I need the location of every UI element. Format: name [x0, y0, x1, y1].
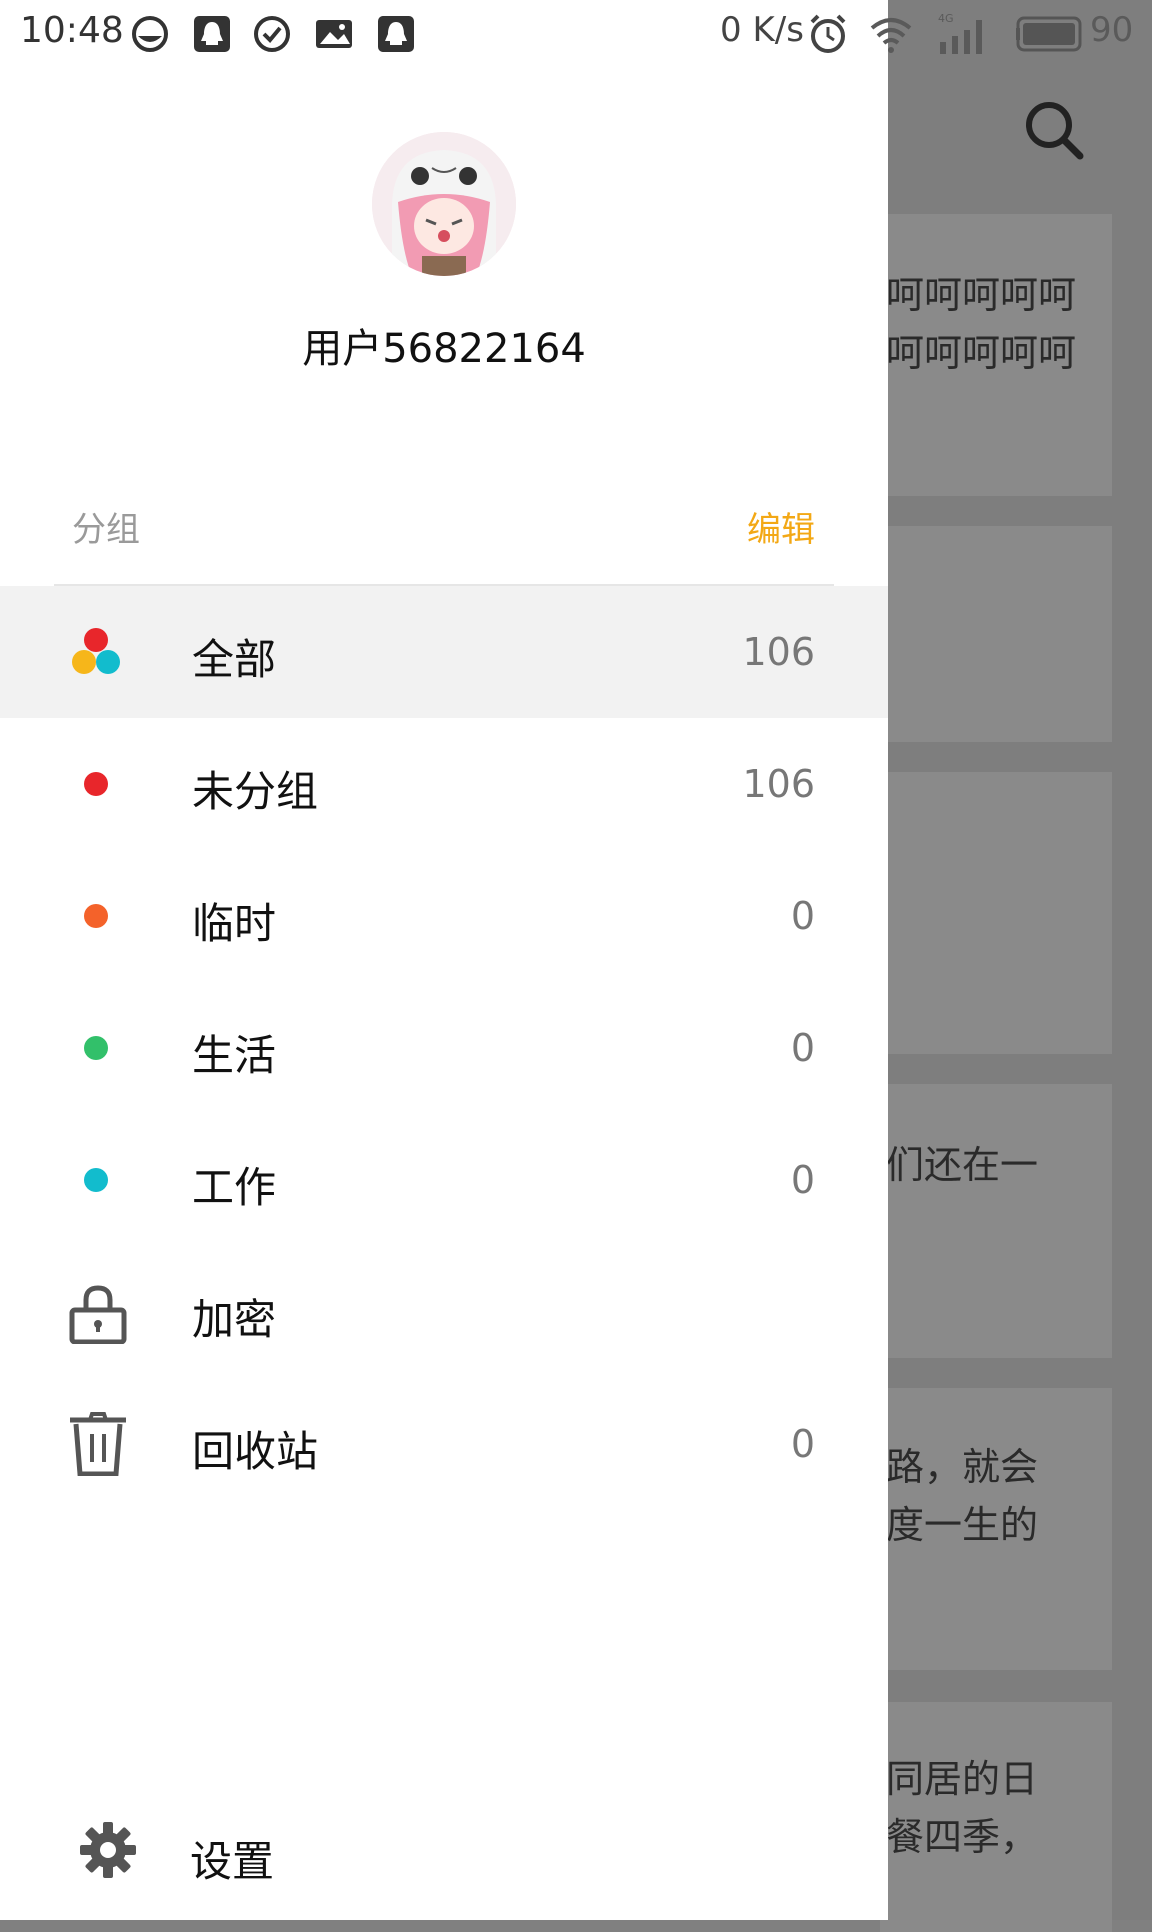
- edit-groups-button[interactable]: 编辑: [747, 502, 815, 551]
- qq-icon: [194, 16, 230, 52]
- group-label: 加密: [192, 1295, 277, 1344]
- green-dot-icon: [66, 1016, 130, 1080]
- group-count: 106: [742, 630, 815, 674]
- note-text: 度一生的: [886, 1503, 1039, 1547]
- note-card[interactable]: [880, 526, 1112, 742]
- group-label: 回收站: [192, 1427, 319, 1476]
- multi-dot-icon: [66, 620, 130, 684]
- battery-level: 90: [1090, 10, 1134, 50]
- gear-icon: [80, 1822, 136, 1878]
- net-speed: 0 K/s: [720, 10, 804, 50]
- network-type: 4G: [938, 12, 954, 25]
- note-card[interactable]: 同居的日 餐四季，: [880, 1702, 1112, 1932]
- note-text: 们还在一: [886, 1143, 1039, 1187]
- avatar[interactable]: [372, 132, 516, 276]
- group-item-ungrouped[interactable]: 未分组 106: [0, 718, 888, 850]
- image-icon: [316, 20, 352, 48]
- settings-label: 设置: [190, 1837, 275, 1886]
- group-label: 未分组: [192, 767, 319, 816]
- note-card[interactable]: 路，就会 度一生的: [880, 1388, 1112, 1670]
- note-text: 路，就会: [886, 1445, 1039, 1489]
- group-count: 0: [790, 894, 815, 938]
- settings-item[interactable]: 设置: [0, 1784, 888, 1914]
- trash-icon: [70, 1412, 126, 1476]
- group-count: 0: [790, 1026, 815, 1070]
- group-count: 0: [790, 1422, 815, 1466]
- status-bar: 10:48 0 K/s 4G 90: [0, 0, 1152, 66]
- note-text: 同居的日: [886, 1757, 1039, 1801]
- signal-icon: 4G: [938, 12, 982, 54]
- group-item-work[interactable]: 工作 0: [0, 1114, 888, 1246]
- navigation-drawer: 用户56822164 分组 编辑 全部 106 未分组 106 临时 0 生活 …: [0, 0, 888, 1920]
- cyan-dot-icon: [66, 1148, 130, 1212]
- group-count: 0: [790, 1158, 815, 1202]
- username: 用户56822164: [302, 326, 586, 372]
- red-dot-icon: [66, 752, 130, 816]
- alarm-icon: [810, 14, 846, 53]
- lock-icon: [69, 1285, 127, 1344]
- group-count: 106: [742, 762, 815, 806]
- note-card[interactable]: [880, 772, 1112, 1054]
- group-label: 全部: [192, 635, 277, 684]
- group-item-temporary[interactable]: 临时 0: [0, 850, 888, 982]
- note-text: 餐四季，: [886, 1815, 1039, 1859]
- note-card[interactable]: 们还在一: [880, 1084, 1112, 1358]
- group-section-label: 分组: [72, 510, 140, 550]
- group-item-encrypted[interactable]: 加密: [0, 1246, 888, 1378]
- note-text: 呵呵呵呵呵: [886, 273, 1077, 317]
- group-label: 临时: [192, 899, 277, 948]
- notification-icon: [132, 16, 168, 52]
- orange-dot-icon: [66, 884, 130, 948]
- group-item-life[interactable]: 生活 0: [0, 982, 888, 1114]
- wifi-icon: [870, 18, 912, 53]
- battery-icon: [1016, 16, 1082, 52]
- check-icon: [254, 16, 290, 52]
- qq-icon: [378, 16, 414, 52]
- group-item-all[interactable]: 全部 106: [0, 586, 888, 718]
- note-card[interactable]: 呵呵呵呵呵 呵呵呵呵呵: [880, 214, 1112, 496]
- group-label: 工作: [192, 1163, 277, 1212]
- group-item-recycle-bin[interactable]: 回收站 0: [0, 1378, 888, 1510]
- search-icon[interactable]: [1024, 100, 1084, 160]
- group-label: 生活: [192, 1031, 277, 1080]
- status-time: 10:48: [20, 10, 124, 51]
- note-text: 呵呵呵呵呵: [886, 331, 1077, 375]
